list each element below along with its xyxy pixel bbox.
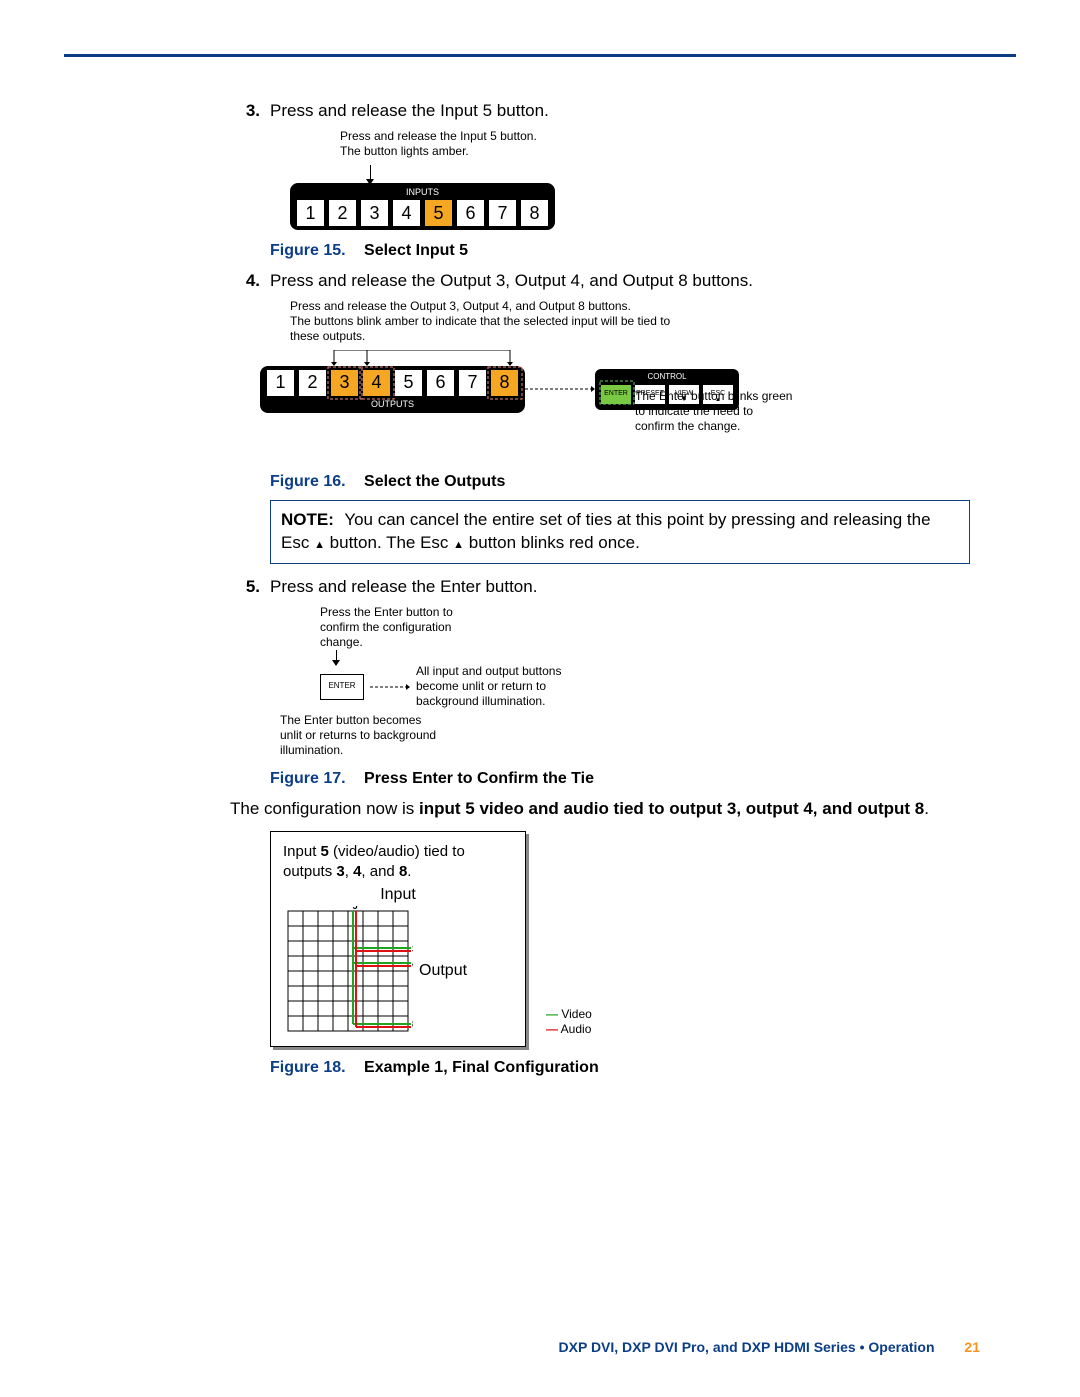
video-swatch-icon: — <box>546 1007 558 1021</box>
tie-grid: 5 3 4 8 <box>283 906 413 1036</box>
footer-text: DXP DVI, DXP DVI Pro, and DXP HDMI Serie… <box>559 1339 935 1355</box>
figure-18-group: Input 5 (video/audio) tied to outputs 3,… <box>270 831 970 1047</box>
page-number: 21 <box>964 1339 980 1355</box>
step-5: 5. Press and release the Enter button. <box>230 576 970 599</box>
legend-audio: Audio <box>561 1022 592 1036</box>
enter-blink-note: The Enter button blinks green to indicat… <box>635 389 795 434</box>
diagram-caption: Input 5 (video/audio) tied to outputs 3,… <box>283 842 513 883</box>
note-label: NOTE: <box>281 510 334 529</box>
output-button-2[interactable]: 2 <box>298 369 327 397</box>
output-button-1[interactable]: 1 <box>266 369 295 397</box>
matrix-diagram-box: Input 5 (video/audio) tied to outputs 3,… <box>270 831 526 1047</box>
inputs-panel: INPUTS 1 2 3 4 5 6 7 8 <box>290 183 555 230</box>
step-4-caption: Press and release the Output 3, Output 4… <box>290 299 690 344</box>
dashed-leader <box>525 384 595 394</box>
fig16-title: Select the Outputs <box>364 473 505 490</box>
legend-video: Video <box>561 1007 591 1021</box>
config-summary: The configuration now is input 5 video a… <box>230 798 970 821</box>
output-button-5[interactable]: 5 <box>394 369 423 397</box>
page-footer: DXP DVI, DXP DVI Pro, and DXP HDMI Serie… <box>559 1339 980 1355</box>
inputs-label: INPUTS <box>296 186 549 198</box>
summary-pre: The configuration now is <box>230 799 419 818</box>
input-button-1[interactable]: 1 <box>296 199 325 227</box>
fig17-num: Figure 17. <box>270 770 346 787</box>
step-4: 4. Press and release the Output 3, Outpu… <box>230 270 970 293</box>
up-triangle-icon <box>453 533 464 552</box>
fig16-num: Figure 16. <box>270 473 346 490</box>
input-button-2[interactable]: 2 <box>328 199 357 227</box>
up-triangle-icon <box>314 533 325 552</box>
step-5-num: 5. <box>230 576 260 599</box>
note-text-b: button. The Esc <box>325 533 453 552</box>
svg-text:8: 8 <box>412 1019 413 1029</box>
enter-button-standalone[interactable]: ENTER <box>320 674 364 700</box>
fig18-title: Example 1, Final Configuration <box>364 1059 599 1076</box>
summary-post: . <box>924 799 929 818</box>
note-text-c: button blinks red once. <box>464 533 640 552</box>
step-5-caption-right: All input and output buttons become unli… <box>416 664 586 709</box>
step-5-text: Press and release the Enter button. <box>270 576 970 599</box>
fig15-title: Select Input 5 <box>364 242 468 259</box>
output-button-6[interactable]: 6 <box>426 369 455 397</box>
dashed-leader-2 <box>370 684 410 690</box>
figure-16-label: Figure 16. Select the Outputs <box>270 471 970 493</box>
audio-swatch-icon: — <box>546 1022 558 1036</box>
page-content: 3. Press and release the Input 5 button.… <box>230 100 970 1086</box>
step-3: 3. Press and release the Input 5 button. <box>230 100 970 123</box>
figure-18-label: Figure 18. Example 1, Final Configuratio… <box>270 1057 970 1079</box>
output-button-7[interactable]: 7 <box>458 369 487 397</box>
input-button-8[interactable]: 8 <box>520 199 549 227</box>
blink-marker-8 <box>486 365 526 403</box>
input-button-4[interactable]: 4 <box>392 199 421 227</box>
input-axis-label: Input <box>283 884 513 906</box>
step-5-caption-top: Press the Enter button to confirm the co… <box>320 605 460 650</box>
page-top-rule <box>64 54 1016 57</box>
input-button-6[interactable]: 6 <box>456 199 485 227</box>
figure-16-group: Press and release the Output 3, Output 4… <box>290 299 970 413</box>
svg-text:5: 5 <box>352 906 357 911</box>
figure-17-label: Figure 17. Press Enter to Confirm the Ti… <box>270 768 970 790</box>
figure-17-group: Press the Enter button to confirm the co… <box>320 605 970 758</box>
input-button-5[interactable]: 5 <box>424 199 453 227</box>
input-button-3[interactable]: 3 <box>360 199 389 227</box>
figure-15-label: Figure 15. Select Input 5 <box>270 240 970 262</box>
fig17-title: Press Enter to Confirm the Tie <box>364 770 594 787</box>
step-4-num: 4. <box>230 270 260 293</box>
figure-15-group: Press and release the Input 5 button. Th… <box>340 129 970 230</box>
step-4-text: Press and release the Output 3, Output 4… <box>270 270 970 293</box>
fig15-num: Figure 15. <box>270 242 346 259</box>
input-button-7[interactable]: 7 <box>488 199 517 227</box>
blink-marker-4 <box>358 365 398 403</box>
outputs-panel: 1 2 3 4 5 6 7 8 OUTPUTS <box>260 366 525 413</box>
output-axis-label: Output <box>419 960 467 982</box>
fig18-num: Figure 18. <box>270 1059 346 1076</box>
svg-text:3: 3 <box>412 944 413 954</box>
note-box: NOTE: You can cancel the entire set of t… <box>270 500 970 564</box>
step-3-text: Press and release the Input 5 button. <box>270 100 970 123</box>
step-5-caption-bottom: The Enter button becomes unlit or return… <box>280 713 440 758</box>
enter-blink-marker <box>598 379 638 407</box>
svg-text:4: 4 <box>412 959 413 969</box>
step-3-num: 3. <box>230 100 260 123</box>
step-3-caption: Press and release the Input 5 button. Th… <box>340 129 970 159</box>
summary-bold: input 5 video and audio tied to output 3… <box>419 799 924 818</box>
legend: — Video — Audio <box>546 1007 592 1037</box>
